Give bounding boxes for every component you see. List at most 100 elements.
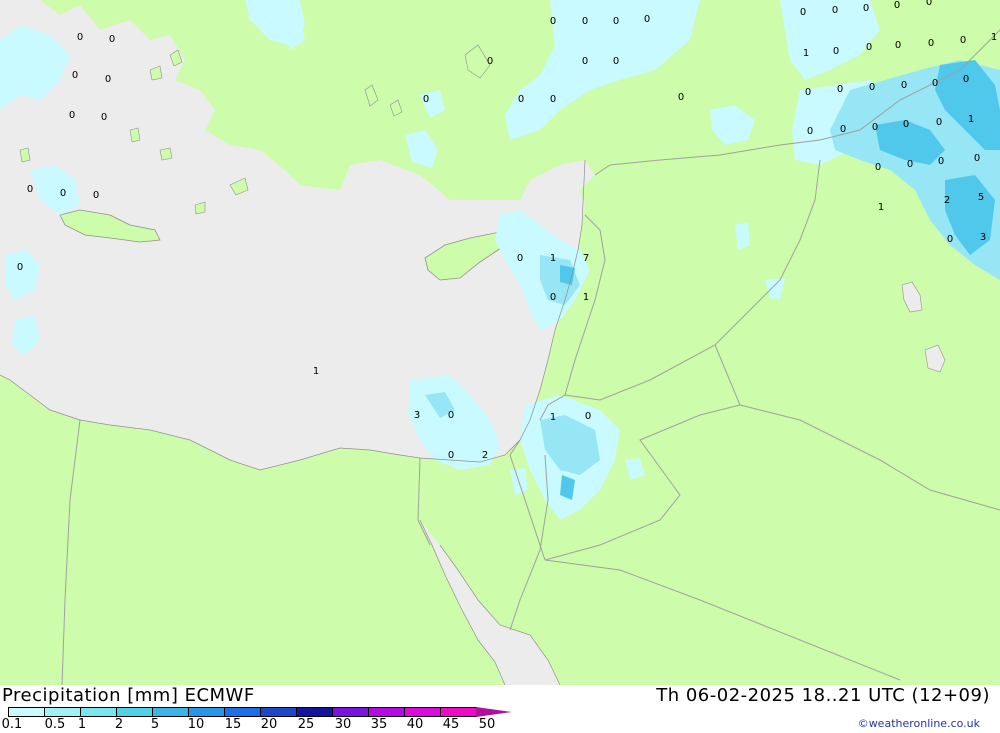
credit-link[interactable]: ©weatheronline.co.uk (858, 717, 980, 730)
color-scale-ticks: 0.1 0.5 1 2 5 10 15 20 25 30 35 40 45 50 (0, 717, 540, 733)
precip-value-label: 0 (907, 159, 913, 170)
precip-value-label: 0 (582, 56, 588, 67)
precip-value-label: 1 (313, 366, 319, 377)
precip-value-label: 0 (550, 292, 556, 303)
precip-value-label: 1 (583, 292, 589, 303)
precip-value-label: 2 (482, 450, 488, 461)
scale-swatch (188, 707, 224, 717)
precip-value-label: 2 (944, 195, 950, 206)
map-canvas: 0 0 0 0 0 0 0 0 0 0 0 0 0 0 0 0 0 0 0 0 0 0 1 0 0 0 0 0 0 0 0 0 0 0 0 0 0 0 0 0… (0, 0, 1000, 685)
precip-value-label: 0 (77, 32, 83, 43)
scale-tick-label: 25 (297, 717, 315, 732)
precip-value-label: 0 (644, 14, 650, 25)
precip-value-label: 0 (550, 94, 556, 105)
precip-value-label: 0 (963, 74, 969, 85)
scale-tick-label: 40 (406, 717, 424, 732)
precip-value-label: 3 (980, 232, 986, 243)
scale-swatch (296, 707, 332, 717)
precip-value-label: 1 (803, 48, 809, 59)
precip-value-label: 0 (866, 42, 872, 53)
scale-swatch (440, 707, 476, 717)
precip-value-label: 0 (863, 3, 869, 14)
scale-swatch (80, 707, 116, 717)
precip-value-label: 0 (833, 46, 839, 57)
precip-value-label: 0 (832, 5, 838, 16)
precip-value-label: 0 (936, 117, 942, 128)
scale-tick-label: 35 (370, 717, 388, 732)
precip-value-label: 0 (423, 94, 429, 105)
scale-tick-label: 5 (150, 717, 160, 732)
scale-swatch (260, 707, 296, 717)
precip-value-label: 0 (974, 153, 980, 164)
precip-value-label: 0 (895, 40, 901, 51)
scale-swatch (116, 707, 152, 717)
precip-value-label: 1 (550, 412, 556, 423)
precip-value-label: 1 (991, 32, 997, 43)
precip-value-label: 0 (869, 82, 875, 93)
precip-value-label: 1 (878, 202, 884, 213)
precip-value-label: 0 (840, 124, 846, 135)
precip-value-label: 0 (105, 74, 111, 85)
scale-tick-label: 15 (224, 717, 242, 732)
map-title: Precipitation [mm] ECMWF (2, 685, 255, 706)
scale-swatch (8, 707, 44, 717)
precip-value-label: 0 (807, 126, 813, 137)
precip-value-label: 0 (613, 56, 619, 67)
precip-value-label: 0 (517, 253, 523, 264)
precip-value-label: 0 (27, 184, 33, 195)
scale-tick-label: 20 (260, 717, 278, 732)
precip-value-label: 0 (550, 16, 556, 27)
precip-value-label: 0 (109, 34, 115, 45)
precipitation-map: 0 0 0 0 0 0 0 0 0 0 0 0 0 0 0 0 0 0 0 0 0 0 1 0 0 0 0 0 0 0 0 0 0 0 0 0 0 0 0 0… (0, 0, 1000, 685)
scale-swatch (368, 707, 404, 717)
precip-value-label: 1 (968, 114, 974, 125)
scale-tick-label: 0.1 (1, 717, 23, 732)
scale-tick-label: 1 (77, 717, 87, 732)
precip-value-label: 0 (932, 78, 938, 89)
precip-value-label: 0 (72, 70, 78, 81)
precip-value-label: 7 (583, 253, 589, 264)
precip-value-label: 0 (60, 188, 66, 199)
precip-value-label: 0 (837, 84, 843, 95)
precip-value-label: 0 (903, 119, 909, 130)
precip-value-label: 0 (960, 35, 966, 46)
precip-value-label: 0 (938, 156, 944, 167)
precip-value-label: 5 (978, 192, 984, 203)
scale-swatch (152, 707, 188, 717)
precip-value-label: 0 (518, 94, 524, 105)
precip-value-label: 0 (875, 162, 881, 173)
precip-value-label: 0 (872, 122, 878, 133)
precip-value-label: 0 (448, 410, 454, 421)
precip-value-label: 0 (448, 450, 454, 461)
precip-value-label: 0 (487, 56, 493, 67)
scale-swatch (404, 707, 440, 717)
scale-tick-label: 10 (187, 717, 205, 732)
precip-value-label: 0 (17, 262, 23, 273)
precip-value-label: 0 (805, 87, 811, 98)
scale-tick-label: 30 (334, 717, 352, 732)
forecast-datetime: Th 06-02-2025 18..21 UTC (12+09) (656, 685, 990, 706)
precip-value-label: 0 (928, 38, 934, 49)
precip-value-label: 0 (582, 16, 588, 27)
scale-arrow (476, 707, 512, 717)
precip-value-label: 0 (947, 234, 953, 245)
scale-tick-label: 2 (114, 717, 124, 732)
precip-value-label: 0 (585, 411, 591, 422)
scale-swatch (224, 707, 260, 717)
map-footer: Precipitation [mm] ECMWF Th 06-02-2025 1… (0, 685, 1000, 733)
precip-value-label: 0 (93, 190, 99, 201)
precip-value-label: 0 (901, 80, 907, 91)
scale-swatch (332, 707, 368, 717)
precip-value-label: 1 (550, 253, 556, 264)
precip-value-label: 0 (800, 7, 806, 18)
precip-value-label: 0 (926, 0, 932, 8)
scale-tick-label: 0.5 (44, 717, 66, 732)
precip-value-label: 0 (678, 92, 684, 103)
precip-value-label: 0 (101, 112, 107, 123)
scale-tick-label: 45 (442, 717, 460, 732)
precip-value-label: 0 (69, 110, 75, 121)
precip-value-label: 0 (613, 16, 619, 27)
precip-value-label: 0 (894, 0, 900, 11)
scale-swatch (44, 707, 80, 717)
precip-value-label: 3 (414, 410, 420, 421)
